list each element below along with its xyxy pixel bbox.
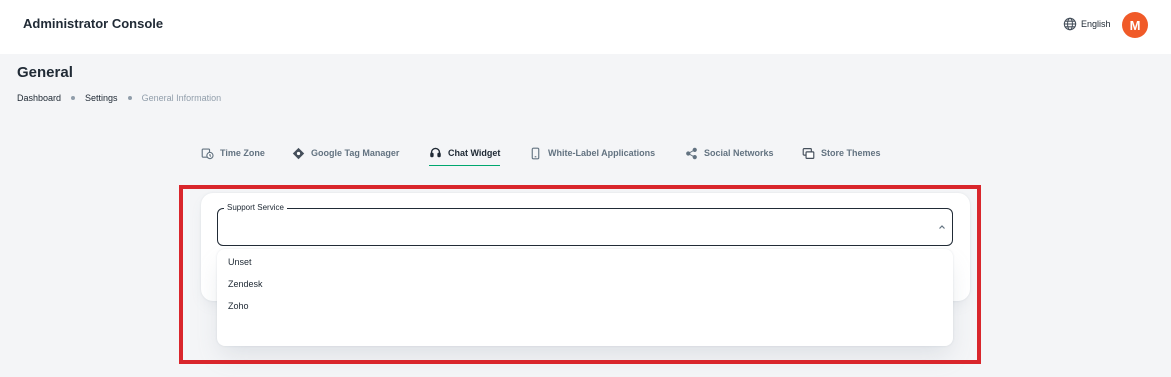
page-title: General	[17, 64, 73, 81]
tab-white-label-applications[interactable]: White-Label Applications	[529, 140, 655, 166]
tab-label: Social Networks	[704, 148, 774, 158]
language-switcher[interactable]: English	[1063, 17, 1111, 31]
tab-time-zone[interactable]: Time Zone	[201, 140, 265, 166]
tab-store-themes[interactable]: Store Themes	[802, 140, 881, 166]
tab-label: White-Label Applications	[548, 148, 656, 158]
option-zendesk[interactable]: Zendesk	[228, 279, 263, 289]
breadcrumb: Dashboard Settings General Information	[17, 93, 221, 103]
tab-label: Chat Widget	[448, 147, 501, 158]
support-service-dropdown: Unset Zendesk Zoho	[217, 249, 953, 346]
tab-chat-widget[interactable]: Chat Widget	[429, 140, 501, 166]
app-title: Administrator Console	[23, 16, 164, 31]
option-zoho[interactable]: Zoho	[228, 301, 249, 311]
avatar[interactable]: M	[1122, 12, 1148, 38]
option-unset[interactable]: Unset	[228, 257, 252, 267]
clock-calendar-icon	[201, 147, 214, 159]
tab-label: Time Zone	[220, 148, 265, 158]
breadcrumb-settings[interactable]: Settings	[85, 93, 118, 103]
tab-label: Store Themes	[821, 148, 881, 158]
top-bar: Administrator Console English M	[0, 0, 1171, 54]
settings-tabs: Time Zone Google Tag Manager Chat Widget…	[0, 140, 1171, 168]
support-service-select[interactable]	[217, 208, 953, 246]
tab-label: Google Tag Manager	[311, 148, 400, 158]
tag-diamond-icon	[292, 147, 305, 159]
support-service-label: Support Service	[224, 203, 287, 212]
breadcrumb-separator	[127, 96, 132, 100]
share-icon	[686, 147, 697, 159]
breadcrumb-dashboard[interactable]: Dashboard	[17, 93, 61, 103]
tab-google-tag-manager[interactable]: Google Tag Manager	[292, 140, 399, 166]
breadcrumb-separator	[71, 96, 76, 100]
language-label: English	[1081, 19, 1111, 29]
tab-social-networks[interactable]: Social Networks	[685, 140, 774, 166]
breadcrumb-current: General Information	[141, 93, 222, 103]
chevron-up-icon[interactable]	[937, 222, 947, 232]
globe-icon	[1063, 17, 1077, 31]
headset-icon	[430, 147, 441, 158]
themes-icon	[802, 147, 815, 159]
mobile-phone-icon	[531, 147, 540, 159]
